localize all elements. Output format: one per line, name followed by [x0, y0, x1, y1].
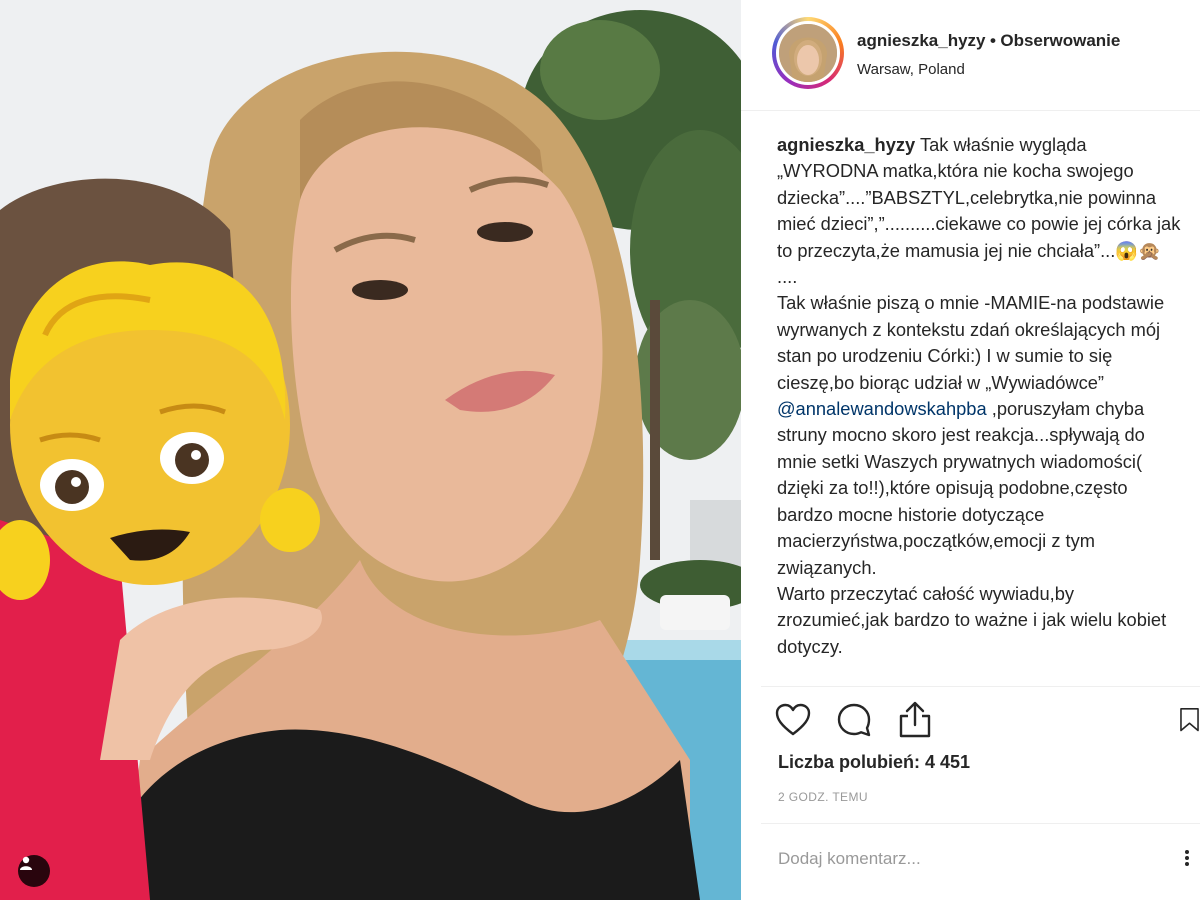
avatar[interactable] — [772, 17, 844, 89]
comment-button[interactable] — [834, 700, 874, 740]
post-caption: agnieszka_hyzy Tak właśnie wygląda „WYRO… — [777, 132, 1181, 684]
save-button[interactable] — [1179, 700, 1200, 740]
comment-divider — [761, 823, 1200, 824]
comment-input[interactable] — [778, 846, 1178, 872]
post-header: agnieszka_hyzy • Obserwowanie Warsaw, Po… — [741, 0, 1200, 111]
share-icon — [899, 701, 931, 738]
more-options-icon — [1185, 850, 1189, 866]
location-link[interactable]: Warsaw, Poland — [857, 61, 1120, 78]
share-button[interactable] — [895, 700, 935, 740]
avatar-image — [776, 21, 840, 85]
bookmark-icon — [1180, 708, 1199, 732]
profile-photo — [779, 24, 837, 82]
following-button[interactable]: Obserwowanie — [1000, 31, 1120, 50]
like-button[interactable] — [773, 700, 813, 740]
separator-dot: • — [989, 31, 996, 50]
actions-divider — [761, 686, 1200, 687]
tagged-users-button[interactable] — [18, 855, 50, 887]
post-actions — [775, 700, 1200, 740]
post-details-panel: agnieszka_hyzy • Obserwowanie Warsaw, Po… — [741, 0, 1200, 900]
post-header-text: agnieszka_hyzy • Obserwowanie Warsaw, Po… — [857, 31, 1120, 78]
username-link[interactable]: agnieszka_hyzy — [857, 31, 986, 50]
photo-illustration — [0, 0, 741, 900]
post-timestamp[interactable]: 2 GODZ. TEMU — [778, 790, 868, 804]
mention-link[interactable]: @annalewandowskahpba — [777, 398, 987, 419]
caption-text-continued: ,poruszyłam chyba struny mocno skoro jes… — [777, 398, 1167, 657]
caption-text: Tak właśnie wygląda „WYRODNA matka,która… — [777, 134, 1181, 393]
comment-icon — [837, 703, 871, 737]
user-icon — [20, 856, 32, 870]
more-options-button[interactable] — [1173, 848, 1193, 868]
likes-count[interactable]: Liczba polubień: 4 451 — [778, 752, 970, 773]
caption-username-link[interactable]: agnieszka_hyzy — [777, 134, 915, 155]
post-photo[interactable] — [0, 0, 741, 900]
heart-icon — [775, 703, 811, 736]
